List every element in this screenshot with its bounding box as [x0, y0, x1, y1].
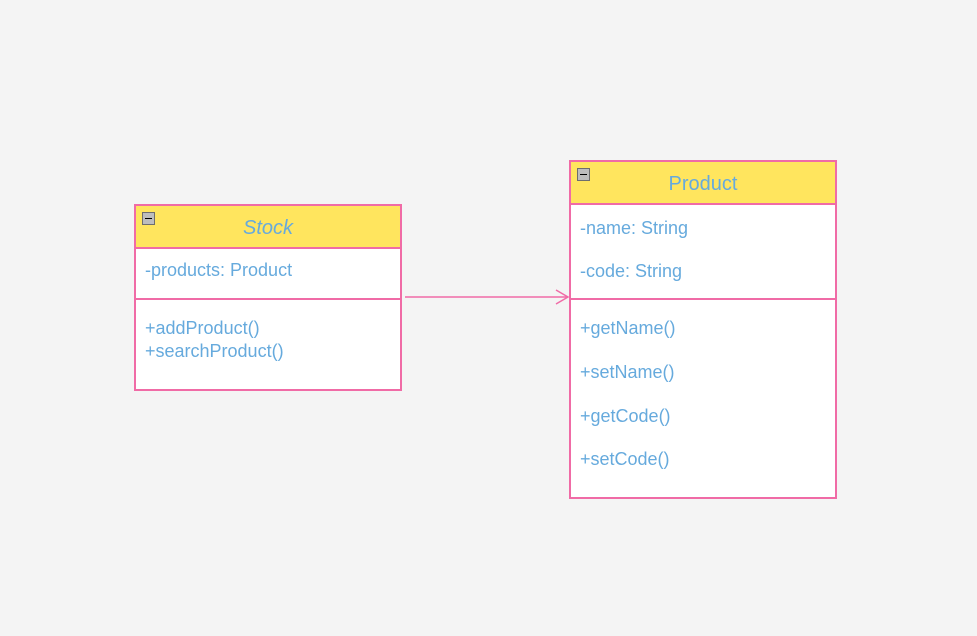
method-set-code: +setCode() [580, 449, 670, 469]
class-stock-attributes[interactable]: -products: Product [136, 249, 400, 300]
attribute-name: -name: String [580, 218, 689, 238]
class-stock[interactable]: Stock -products: Product +addProduct() +… [134, 204, 402, 391]
method-get-name: +getName() [580, 318, 676, 338]
method-set-name: +setName() [580, 362, 675, 382]
attribute-products: -products: Product [145, 260, 293, 280]
class-stock-header[interactable]: Stock [136, 206, 400, 249]
class-stock-name: Stock [242, 217, 294, 239]
class-product-header[interactable]: Product [571, 162, 835, 205]
method-search-product: +searchProduct() [145, 341, 284, 361]
class-product[interactable]: Product -name: String -code: String +get… [569, 160, 837, 499]
method-get-code: +getCode() [580, 406, 671, 426]
arrowhead-icon [555, 289, 570, 305]
class-stock-methods[interactable]: +addProduct() +searchProduct() [136, 300, 400, 389]
class-product-name: Product [668, 173, 738, 195]
attribute-code: -code: String [580, 261, 683, 281]
class-product-attributes[interactable]: -name: String -code: String [571, 205, 835, 300]
method-add-product: +addProduct() [145, 318, 260, 338]
class-product-methods[interactable]: +getName() +setName() +getCode() +setCod… [571, 300, 835, 497]
